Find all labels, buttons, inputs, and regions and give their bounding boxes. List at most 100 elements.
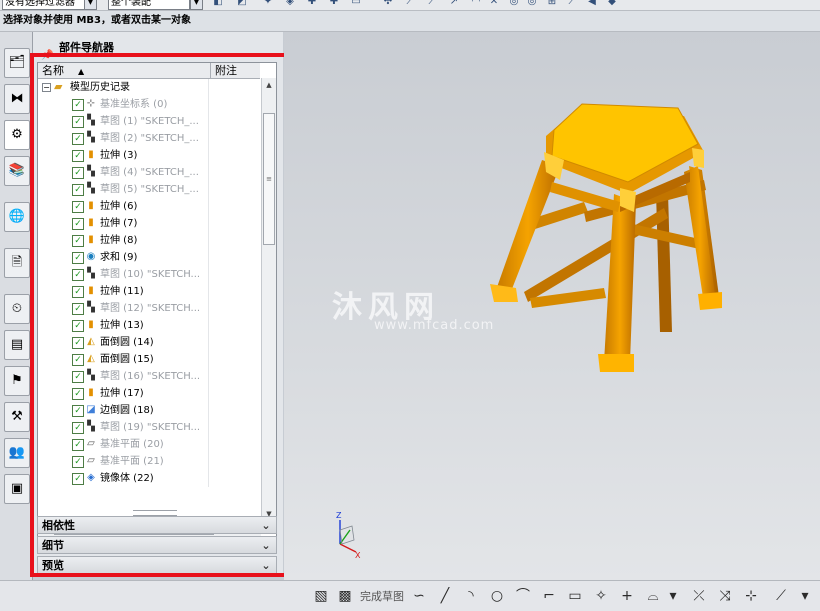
scroll-thumb[interactable]: ≡ [263, 113, 275, 245]
tree-row-extrude[interactable]: ✓ ▮ 拉伸 (17) [38, 385, 260, 402]
checkbox-icon[interactable]: ✓ [72, 184, 84, 196]
feature-tree[interactable]: 名称 ▲ 附注 − ▰ 模型历史记录 ✓ ⊹ 基准坐标系 (0) ✓ ▚ 草图 (1) "S… [37, 62, 277, 537]
assembly-navigator-icon[interactable]: 🗂 [4, 48, 30, 78]
checkbox-icon[interactable]: ✓ [72, 133, 84, 145]
endpoint-icon[interactable]: ⟋ [404, 0, 416, 7]
point-icon[interactable]: ◀ [586, 0, 598, 7]
checkbox-icon[interactable]: ✓ [72, 320, 84, 332]
selection-filter-dropdown[interactable]: 没有选择过滤器 [2, 0, 86, 10]
tree-row-sketch[interactable]: ✓ ▚ 草图 (12) "SKETCH... [38, 300, 260, 317]
chevron-down-icon[interactable]: ▼ [84, 0, 97, 10]
circle-icon[interactable]: ◎ [508, 0, 520, 7]
scroll-up-icon[interactable]: ▲ [262, 78, 276, 92]
tree-row-sketch[interactable]: ✓ ▚ 草图 (19) "SKETCH... [38, 419, 260, 436]
tree-row-face-blend[interactable]: ✓ ◭ 面倒圆 (15) [38, 351, 260, 368]
tree-row-datum-csys[interactable]: ✓ ⊹ 基准坐标系 (0) [38, 96, 260, 113]
system-materials-icon[interactable]: ▤ [4, 330, 30, 360]
chevron-down-icon[interactable]: ⌄ [259, 559, 273, 572]
tree-row-mirror-body[interactable]: ✓ ◈ 镜像体 (22) [38, 470, 260, 487]
solid-icon[interactable]: ◆ [606, 0, 618, 7]
snap-icon[interactable]: ✦ [262, 0, 274, 7]
fillet-icon[interactable]: ⌒ [514, 587, 532, 605]
tree-row-face-blend[interactable]: ✓ ◭ 面倒圆 (14) [38, 334, 260, 351]
tree-row-extrude[interactable]: ✓ ▮ 拉伸 (6) [38, 198, 260, 215]
finish-sketch-icon[interactable]: ▩ [336, 587, 354, 605]
checkbox-icon[interactable]: ✓ [72, 473, 84, 485]
checkbox-icon[interactable]: ✓ [72, 337, 84, 349]
tree-row-sketch[interactable]: ✓ ▚ 草图 (5) "SKETCH_... [38, 181, 260, 198]
rectangle-icon[interactable]: ▭ [566, 587, 584, 605]
process-studio-icon[interactable]: ⚑ [4, 366, 30, 396]
chevron-down-icon[interactable]: ⌄ [259, 519, 273, 532]
cube-icon[interactable]: ◈ [284, 0, 296, 7]
history-icon[interactable]: ⏲ [4, 294, 30, 324]
tree-row-root[interactable]: − ▰ 模型历史记录 [38, 79, 260, 96]
manufacturing-wizard-icon[interactable]: ⚒ [4, 402, 30, 432]
checkbox-icon[interactable]: ✓ [72, 405, 84, 417]
tree-row-extrude[interactable]: ✓ ▮ 拉伸 (13) [38, 317, 260, 334]
checkbox-icon[interactable]: ✓ [72, 456, 84, 468]
roles-icon[interactable]: 👥 [4, 438, 30, 468]
checkbox-icon[interactable]: ✓ [72, 269, 84, 281]
tree-row-sketch[interactable]: ✓ ▚ 草图 (4) "SKETCH_... [38, 164, 260, 181]
filter-icon[interactable]: ◧ [212, 0, 224, 7]
box-select-icon[interactable]: ▭ [350, 0, 362, 7]
checkbox-icon[interactable]: ✓ [72, 167, 84, 179]
tree-row-extrude[interactable]: ✓ ▮ 拉伸 (8) [38, 232, 260, 249]
checkbox-icon[interactable]: ✓ [72, 371, 84, 383]
column-name-header[interactable]: 名称 ▲ [42, 63, 84, 79]
checkbox-icon[interactable]: ✓ [72, 388, 84, 400]
reuse-library-icon[interactable]: 📚 [4, 156, 30, 186]
quick-trim-icon[interactable]: ⤫ [690, 587, 708, 605]
line-icon[interactable]: ⟋ [426, 0, 438, 7]
checkbox-icon[interactable]: ✓ [72, 116, 84, 128]
system-scenes-icon[interactable]: ▣ [4, 474, 30, 504]
snap-point-icon[interactable]: ✣ [382, 0, 394, 7]
checkbox-icon[interactable]: ✓ [72, 150, 84, 162]
vertical-scrollbar[interactable]: ▲ ≡ ▼ [261, 78, 276, 521]
offset-curve-icon[interactable]: ⌓ [644, 587, 662, 605]
tree-row-datum-plane[interactable]: ✓ ▱ 基准平面 (20) [38, 436, 260, 453]
chamfer-icon[interactable]: ⌐ [540, 587, 558, 605]
constraints-icon[interactable]: ⟋ [772, 587, 790, 605]
circle-icon[interactable]: ◎ [526, 0, 538, 7]
tree-row-sketch[interactable]: ✓ ▚ 草图 (2) "SKETCH_... [38, 130, 260, 147]
checkbox-icon[interactable]: ✓ [72, 286, 84, 298]
make-corner-icon[interactable]: ⊹ [742, 587, 760, 605]
pin-icon[interactable]: 📌 [41, 45, 53, 61]
collapse-icon[interactable]: − [42, 83, 51, 92]
tree-row-extrude[interactable]: ✓ ▮ 拉伸 (11) [38, 283, 260, 300]
tree-row-edge-blend[interactable]: ✓ ◪ 边倒圆 (18) [38, 402, 260, 419]
circle-icon[interactable]: ○ [488, 587, 506, 605]
tree-row-extrude[interactable]: ✓ ▮ 拉伸 (7) [38, 215, 260, 232]
chevron-down-icon[interactable]: ⌄ [259, 539, 273, 552]
chevron-down-icon[interactable]: ▼ [190, 0, 203, 10]
palette-icon[interactable]: 🗎 [4, 248, 30, 278]
chevron-down-icon[interactable]: ▾ [664, 587, 682, 605]
web-browser-icon[interactable]: 🌐 [4, 202, 30, 232]
tree-row-unite[interactable]: ✓ ◉ 求和 (9) [38, 249, 260, 266]
column-note-header[interactable]: 附注 [210, 63, 265, 78]
plus-icon[interactable]: ✚ [328, 0, 340, 7]
checkbox-icon[interactable]: ✓ [72, 422, 84, 434]
arc-icon[interactable]: ◠ [470, 0, 482, 7]
checkbox-icon[interactable]: ✓ [72, 252, 84, 264]
tree-row-datum-plane[interactable]: ✓ ▱ 基准平面 (21) [38, 453, 260, 470]
checkbox-icon[interactable]: ✓ [72, 218, 84, 230]
tree-row-extrude[interactable]: ✓ ▮ 拉伸 (3) [38, 147, 260, 164]
tree-row-sketch[interactable]: ✓ ▚ 草图 (10) "SKETCH... [38, 266, 260, 283]
tree-row-sketch[interactable]: ✓ ▚ 草图 (1) "SKETCH_... [38, 113, 260, 130]
checkbox-icon[interactable]: ✓ [72, 235, 84, 247]
finish-sketch-label[interactable]: 完成草图 [360, 588, 404, 604]
select-icon[interactable]: ◩ [236, 0, 248, 7]
part-navigator-icon[interactable]: ⚙ [4, 120, 30, 150]
section-details[interactable]: 细节 ⌄ [37, 536, 277, 554]
section-dependencies[interactable]: 相依性 ⌄ [37, 516, 277, 534]
profile-icon[interactable]: ∽ [410, 587, 428, 605]
quick-extend-icon[interactable]: ⤨ [716, 587, 734, 605]
tree-row-sketch[interactable]: ✓ ▚ 草图 (16) "SKETCH... [38, 368, 260, 385]
checkbox-icon[interactable]: ✓ [72, 439, 84, 451]
line-icon[interactable]: ╱ [436, 587, 454, 605]
chevron-down-icon[interactable]: ▾ [796, 587, 814, 605]
cross-icon[interactable]: ✕ [488, 0, 500, 7]
